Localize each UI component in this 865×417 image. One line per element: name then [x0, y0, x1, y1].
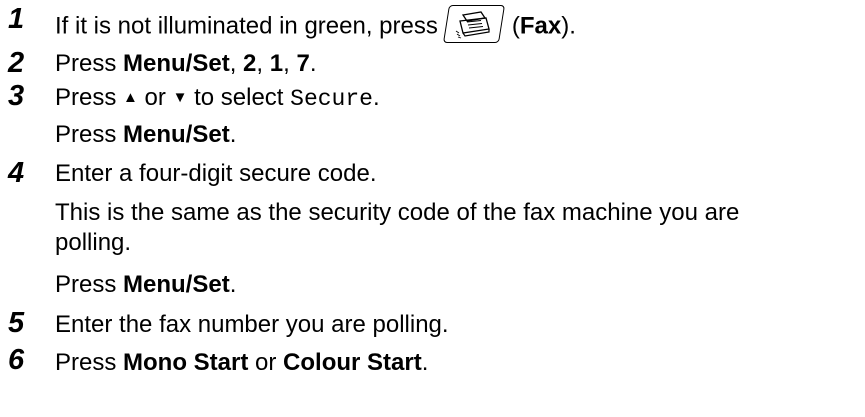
up-arrow-icon: ▲ [123, 89, 138, 106]
step-number: 2 [8, 47, 25, 79]
fax-key-icon [442, 5, 505, 43]
fax-machine-icon [455, 11, 490, 39]
step-number: 3 [8, 80, 25, 112]
lcd-text: Secure [290, 86, 373, 112]
step-number: 6 [8, 344, 25, 376]
step-text: If it is not illuminated in green, press… [55, 5, 576, 46]
step-number: 4 [8, 157, 25, 189]
step-text: Press Mono Start or Colour Start. [55, 349, 429, 376]
step-text: Press Menu/Set, 2, 1, 7. [55, 50, 317, 77]
step-note: This is the same as the security code of… [55, 199, 740, 226]
step-number: 5 [8, 307, 25, 339]
step-subtext: Press Menu/Set. [55, 121, 237, 148]
step-number: 1 [8, 3, 25, 35]
step-text: Enter a four-digit secure code. [55, 160, 377, 187]
step-subtext: Press Menu/Set. [55, 271, 237, 298]
step-text: Press ▲ or ▼ to select Secure. [55, 84, 380, 112]
menu-set-key-label: Menu/Set [123, 50, 230, 77]
step-note: polling. [55, 229, 132, 256]
down-arrow-icon: ▼ [172, 89, 188, 106]
step-text: Enter the fax number you are polling. [55, 311, 449, 338]
